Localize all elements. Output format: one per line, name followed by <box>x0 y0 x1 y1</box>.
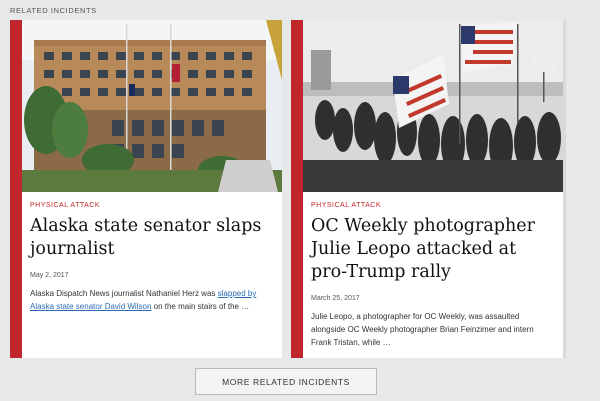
section-heading: RELATED INCIDENTS <box>10 6 97 15</box>
incident-excerpt: Alaska Dispatch News journalist Nathanie… <box>30 287 274 313</box>
incident-card-oc-weekly[interactable]: PHYSICAL ATTACK OC Weekly photographer J… <box>291 20 563 358</box>
government-building-photo[interactable] <box>22 20 282 192</box>
excerpt-text-end: on the main stairs of the … <box>151 302 250 311</box>
incident-date: March 25, 2017 <box>311 295 360 302</box>
more-related-incidents-button[interactable]: MORE RELATED INCIDENTS <box>195 368 377 395</box>
category-label: PHYSICAL ATTACK <box>30 202 100 209</box>
rally-with-flags-photo[interactable] <box>303 20 563 192</box>
incident-card-alaska[interactable]: PHYSICAL ATTACK Alaska state senator sla… <box>10 20 282 358</box>
card-shadow-edge <box>563 20 566 358</box>
incident-excerpt: Julie Leopo, a photographer for OC Weekl… <box>311 312 534 347</box>
incident-headline[interactable]: OC Weekly photographer Julie Leopo attac… <box>311 215 555 284</box>
category-label: PHYSICAL ATTACK <box>311 202 381 209</box>
incident-date: May 2, 2017 <box>30 272 69 279</box>
excerpt-text: Alaska Dispatch News journalist Nathanie… <box>30 289 218 298</box>
incident-headline[interactable]: Alaska state senator slaps journalist <box>30 215 274 261</box>
